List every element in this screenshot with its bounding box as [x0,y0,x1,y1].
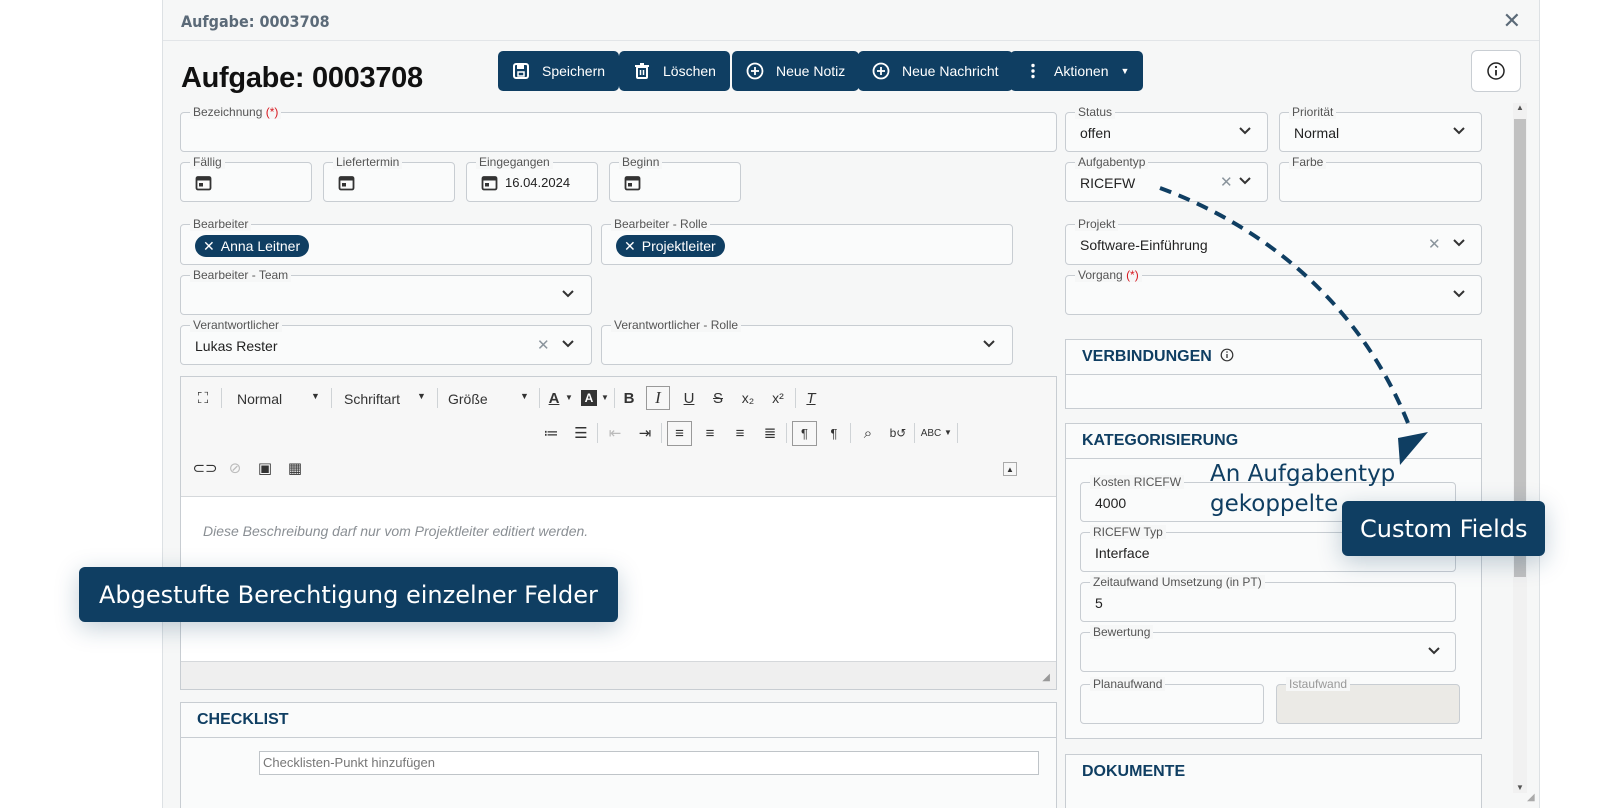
annotation-arrow [1159,186,1428,465]
callout-custom-fields: Custom Fields [1342,501,1546,556]
callout-berechtigung: Abgestufte Berechtigung einzelner Felder [79,567,618,622]
callout-gekoppelt-line1: An Aufgabentyp [1210,461,1396,487]
